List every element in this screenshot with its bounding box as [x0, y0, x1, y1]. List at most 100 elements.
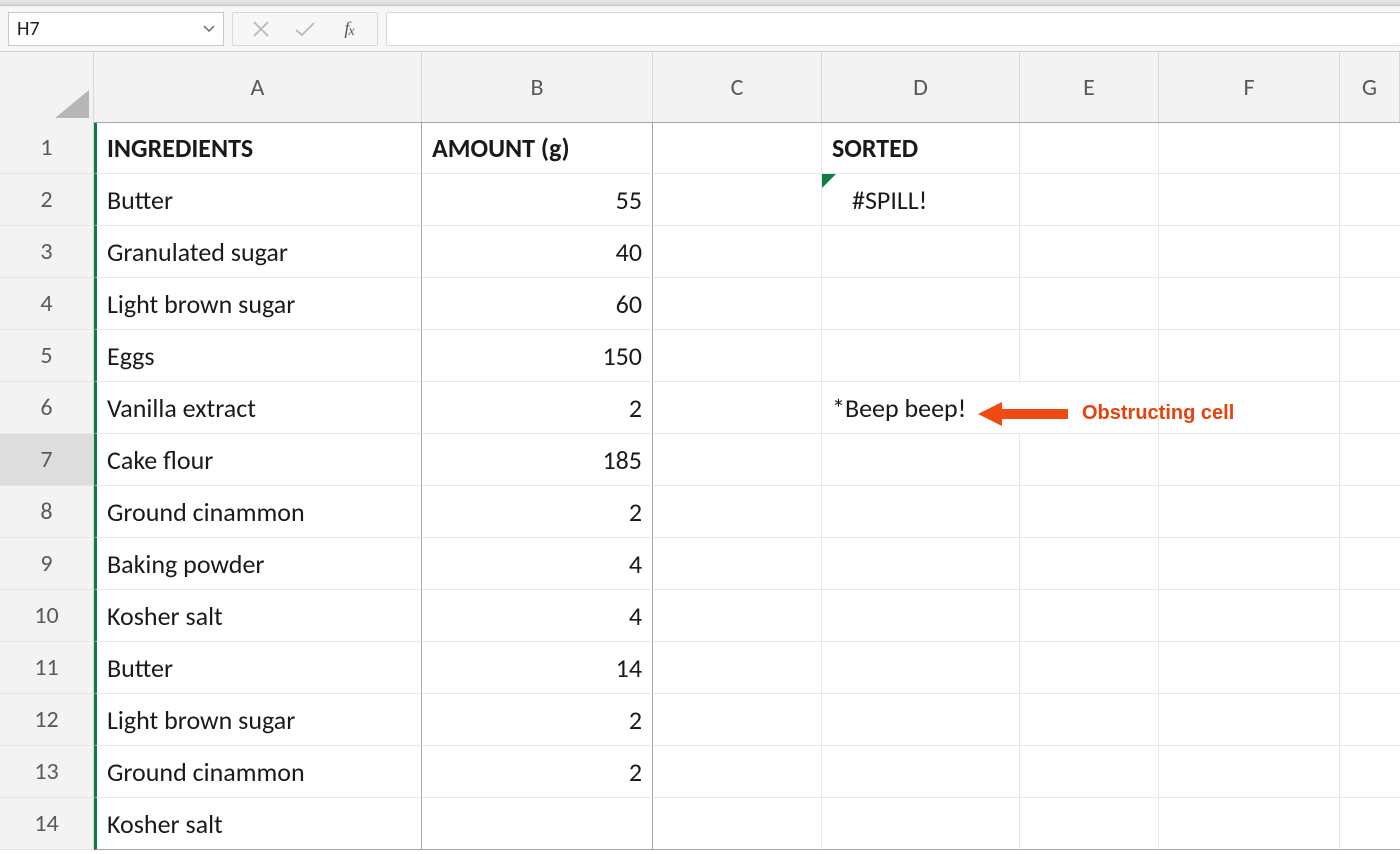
cell-E6[interactable]	[1020, 382, 1159, 434]
cell-F8[interactable]	[1159, 486, 1340, 538]
name-box[interactable]: H7	[8, 12, 224, 46]
cell-E11[interactable]	[1020, 642, 1159, 694]
cell-G12[interactable]	[1340, 694, 1400, 746]
cell-C12[interactable]	[653, 694, 822, 746]
row-header-3[interactable]: 3	[0, 226, 94, 278]
cell-A13[interactable]: Ground cinammon	[94, 746, 422, 798]
cell-C5[interactable]	[653, 330, 822, 382]
select-all-corner[interactable]	[0, 52, 94, 122]
spreadsheet-grid[interactable]: A B C D E F G 1 2 3 4 5 6 7 8 9 10 11 12…	[0, 52, 1400, 854]
cell-G6[interactable]	[1340, 382, 1400, 434]
cell-F2[interactable]	[1159, 174, 1340, 226]
cell-E14[interactable]	[1020, 798, 1159, 850]
cell-A10[interactable]: Kosher salt	[94, 590, 422, 642]
cell-E3[interactable]	[1020, 226, 1159, 278]
cell-F1[interactable]	[1159, 123, 1340, 174]
cell-F3[interactable]	[1159, 226, 1340, 278]
cell-B7[interactable]: 185	[422, 434, 653, 486]
insert-function-icon[interactable]: fx	[327, 18, 371, 39]
cell-D12[interactable]	[822, 694, 1020, 746]
cell-D2[interactable]: #SPILL!	[822, 174, 1020, 226]
cell-F13[interactable]	[1159, 746, 1340, 798]
cell-B10[interactable]: 4	[422, 590, 653, 642]
cell-A7[interactable]: Cake flour	[94, 434, 422, 486]
cell-G9[interactable]	[1340, 538, 1400, 590]
cell-B3[interactable]: 40	[422, 226, 653, 278]
row-header-10[interactable]: 10	[0, 590, 94, 642]
cell-A1[interactable]: INGREDIENTS	[94, 123, 422, 174]
cell-A12[interactable]: Light brown sugar	[94, 694, 422, 746]
formula-input[interactable]	[387, 13, 1400, 45]
cell-F10[interactable]	[1159, 590, 1340, 642]
cell-C10[interactable]	[653, 590, 822, 642]
cell-C11[interactable]	[653, 642, 822, 694]
row-header-2[interactable]: 2	[0, 174, 94, 226]
row-header-13[interactable]: 13	[0, 746, 94, 798]
column-header-B[interactable]: B	[422, 52, 653, 122]
cell-E10[interactable]	[1020, 590, 1159, 642]
row-header-1[interactable]: 1	[0, 122, 94, 174]
cell-F4[interactable]	[1159, 278, 1340, 330]
cell-E5[interactable]	[1020, 330, 1159, 382]
cell-F14[interactable]	[1159, 798, 1340, 850]
cell-A5[interactable]: Eggs	[94, 330, 422, 382]
cell-C3[interactable]	[653, 226, 822, 278]
cell-C1[interactable]	[653, 123, 822, 174]
cell-G8[interactable]	[1340, 486, 1400, 538]
cell-C14[interactable]	[653, 798, 822, 850]
cell-G10[interactable]	[1340, 590, 1400, 642]
chevron-down-icon[interactable]	[203, 23, 215, 35]
cell-D11[interactable]	[822, 642, 1020, 694]
cell-B5[interactable]: 150	[422, 330, 653, 382]
cell-G2[interactable]	[1340, 174, 1400, 226]
cell-A9[interactable]: Baking powder	[94, 538, 422, 590]
cell-B8[interactable]: 2	[422, 486, 653, 538]
column-header-D[interactable]: D	[822, 52, 1020, 122]
cell-E8[interactable]	[1020, 486, 1159, 538]
cell-G1[interactable]	[1340, 123, 1400, 174]
row-header-9[interactable]: 9	[0, 538, 94, 590]
row-header-5[interactable]: 5	[0, 330, 94, 382]
row-header-4[interactable]: 4	[0, 278, 94, 330]
cell-E12[interactable]	[1020, 694, 1159, 746]
cell-E9[interactable]	[1020, 538, 1159, 590]
cell-D7[interactable]	[822, 434, 1020, 486]
cell-B11[interactable]: 14	[422, 642, 653, 694]
row-header-14[interactable]: 14	[0, 798, 94, 850]
cell-A8[interactable]: Ground cinammon	[94, 486, 422, 538]
cell-B12[interactable]: 2	[422, 694, 653, 746]
cell-B1[interactable]: AMOUNT (g)	[422, 123, 653, 174]
cell-E7[interactable]	[1020, 434, 1159, 486]
cell-F12[interactable]	[1159, 694, 1340, 746]
cell-D6[interactable]: *Beep beep!	[822, 382, 1020, 434]
column-header-E[interactable]: E	[1020, 52, 1159, 122]
cell-G14[interactable]	[1340, 798, 1400, 850]
cell-B14[interactable]	[422, 798, 653, 850]
cell-C6[interactable]	[653, 382, 822, 434]
cell-C8[interactable]	[653, 486, 822, 538]
cell-A4[interactable]: Light brown sugar	[94, 278, 422, 330]
cell-C9[interactable]	[653, 538, 822, 590]
cell-D14[interactable]	[822, 798, 1020, 850]
cell-E13[interactable]	[1020, 746, 1159, 798]
cell-G3[interactable]	[1340, 226, 1400, 278]
column-header-G[interactable]: G	[1340, 52, 1400, 122]
cell-G7[interactable]	[1340, 434, 1400, 486]
cell-G13[interactable]	[1340, 746, 1400, 798]
cell-E1[interactable]	[1020, 123, 1159, 174]
row-header-11[interactable]: 11	[0, 642, 94, 694]
cell-E2[interactable]	[1020, 174, 1159, 226]
cell-D13[interactable]	[822, 746, 1020, 798]
row-header-7[interactable]: 7	[0, 434, 94, 486]
cell-D3[interactable]	[822, 226, 1020, 278]
cell-A2[interactable]: Butter	[94, 174, 422, 226]
cell-A11[interactable]: Butter	[94, 642, 422, 694]
cell-C2[interactable]	[653, 174, 822, 226]
row-header-6[interactable]: 6	[0, 382, 94, 434]
cell-B6[interactable]: 2	[422, 382, 653, 434]
cell-F6[interactable]	[1159, 382, 1340, 434]
column-header-C[interactable]: C	[653, 52, 822, 122]
cell-B13[interactable]: 2	[422, 746, 653, 798]
cell-A3[interactable]: Granulated sugar	[94, 226, 422, 278]
cell-B2[interactable]: 55	[422, 174, 653, 226]
